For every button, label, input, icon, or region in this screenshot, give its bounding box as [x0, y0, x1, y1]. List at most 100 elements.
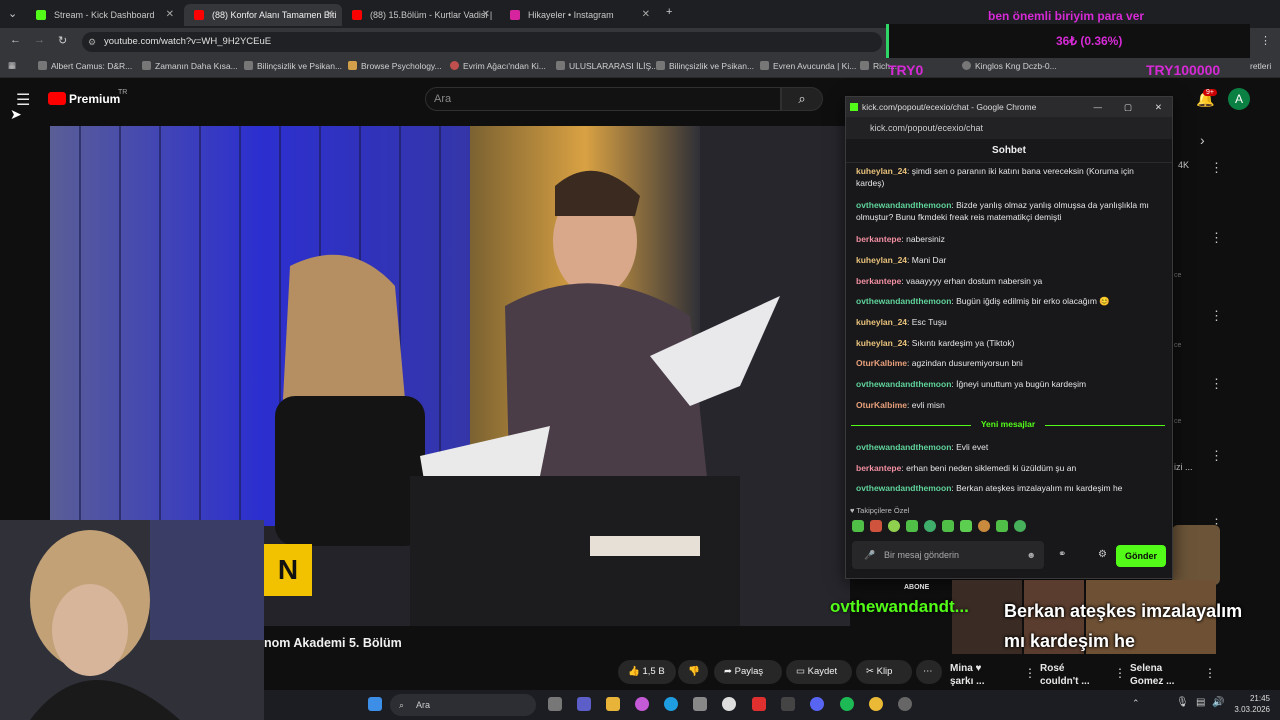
chat-username[interactable]: ovthewandandthemoon [856, 379, 951, 389]
clock[interactable]: 21:45 3.03.2026 [1226, 693, 1270, 715]
chatgpt-icon[interactable] [722, 697, 736, 711]
youtube-app-icon[interactable] [752, 697, 766, 711]
close-icon[interactable]: ✕ [326, 4, 334, 26]
chat-username[interactable]: ovthewandandthemoon [856, 483, 951, 493]
more-actions-button[interactable]: ⋯ [916, 660, 942, 684]
bookmark-item[interactable]: Bilinçsizlik ve Psikan... [244, 61, 342, 71]
edge-icon[interactable] [664, 697, 678, 711]
back-icon[interactable]: ← [10, 34, 21, 46]
more-dots-icon[interactable]: ⋮ [1210, 376, 1223, 392]
chat-username[interactable]: OturKalbime [856, 400, 907, 410]
more-dots-icon[interactable]: ⋮ [1204, 666, 1216, 680]
chevron-right-icon[interactable]: › [1200, 132, 1205, 148]
close-icon[interactable]: ✕ [642, 4, 650, 26]
chat-username[interactable]: OturKalbime [856, 358, 907, 368]
chat-username[interactable]: ovthewandandthemoon [856, 200, 951, 210]
more-dots-icon[interactable]: ⋮ [1210, 308, 1223, 324]
task-view-icon[interactable] [548, 697, 562, 711]
link-icon[interactable]: ⚭ [1058, 549, 1066, 560]
search-input[interactable]: Ara [425, 87, 781, 111]
settings-gear-icon[interactable]: ⚙ [1098, 549, 1107, 560]
discord-icon[interactable] [810, 697, 824, 711]
rec-chip[interactable]: Mina ♥ şarkı ... [950, 662, 1010, 688]
chat-username[interactable]: kuheylan_24 [856, 338, 907, 348]
save-button[interactable]: ▭ Kaydet [786, 660, 852, 684]
close-icon[interactable]: ✕ [1155, 97, 1162, 117]
taskbar-search[interactable]: ⌕ Ara [390, 694, 536, 716]
bookmark-item[interactable]: Kinglos Kng Dczb-0... [962, 61, 1057, 71]
bookmark-item[interactable]: Evren Avucunda | Ki... [760, 61, 856, 71]
bookmark-item[interactable]: ULUSLARARASI İLİŞ... [556, 61, 658, 71]
emote-icon[interactable] [924, 520, 936, 532]
close-icon[interactable]: ✕ [482, 4, 490, 26]
share-button[interactable]: ➦ Paylaş [714, 660, 782, 684]
bookmark-item[interactable]: Zamanın Daha Kısa... [142, 61, 238, 71]
emote-icon[interactable] [960, 520, 972, 532]
send-button[interactable]: Gönder [1116, 545, 1166, 567]
search-button[interactable]: ⌕ [781, 87, 823, 111]
chat-username[interactable]: berkantepe [856, 463, 901, 473]
chat-username[interactable]: berkantepe [856, 234, 901, 244]
more-dots-icon[interactable]: ⋮ [1114, 666, 1126, 680]
spotify-icon[interactable] [840, 697, 854, 711]
more-dots-icon[interactable]: ⋮ [1024, 666, 1036, 680]
chat-message-list[interactable]: kuheylan_24: şimdi sen o paranın iki kat… [846, 163, 1172, 503]
more-dots-icon[interactable]: ⋮ [1210, 448, 1223, 464]
windows-start-icon[interactable] [368, 697, 382, 711]
more-dots-icon[interactable]: ⋮ [1210, 230, 1223, 246]
chat-message-input[interactable]: 🎤 Bir mesaj gönderin ☻ [852, 541, 1044, 569]
youtube-premium-logo[interactable]: Premium [69, 92, 120, 106]
emote-icon[interactable] [888, 520, 900, 532]
bookmark-item-overflow[interactable]: retleri [1250, 61, 1271, 71]
like-button[interactable]: 👍 1,5 B [618, 660, 676, 684]
more-dots-icon[interactable]: ⋮ [1210, 160, 1223, 176]
clip-button[interactable]: ✂ Klip [856, 660, 912, 684]
dislike-button[interactable]: 👎 [678, 660, 708, 684]
menu-dots-icon[interactable]: ⋮ [1260, 34, 1271, 47]
chat-username[interactable]: kuheylan_24 [856, 166, 907, 176]
chat-username[interactable]: kuheylan_24 [856, 317, 907, 327]
apps-grid-icon[interactable]: ▦ [8, 60, 16, 71]
reload-icon[interactable]: ↻ [58, 34, 67, 47]
popup-url-bar[interactable]: kick.com/popout/ecexio/chat [846, 117, 1172, 139]
bookmark-item[interactable]: Evrim Ağacı'ndan Ki... [450, 61, 546, 71]
emote-icon[interactable] [1014, 520, 1026, 532]
rec-chip[interactable]: Rosé couldn't ... [1040, 662, 1100, 688]
emote-icon[interactable] [942, 520, 954, 532]
forward-icon[interactable]: → [34, 34, 45, 46]
copilot-icon[interactable] [635, 697, 649, 711]
chat-username[interactable]: ovthewandandthemoon [856, 442, 951, 452]
microphone-icon[interactable]: 🎤 [864, 541, 875, 569]
tray-chevron-icon[interactable]: ⌃ [1132, 698, 1140, 709]
youtube-logo-icon[interactable] [48, 92, 66, 105]
chat-username[interactable]: berkantepe [856, 276, 901, 286]
rec-thumbnail[interactable] [1172, 525, 1220, 585]
emote-icon[interactable] [978, 520, 990, 532]
emote-icon[interactable] [852, 520, 864, 532]
close-icon[interactable]: ✕ [166, 4, 174, 26]
site-info-icon[interactable]: ⚙ [88, 32, 96, 52]
store-icon[interactable] [693, 697, 707, 711]
address-bar[interactable]: ⚙ youtube.com/watch?v=WH_9H2YCEuE [82, 32, 882, 52]
chat-username[interactable]: kuheylan_24 [856, 255, 907, 265]
file-explorer-icon[interactable] [606, 697, 620, 711]
bookmark-item[interactable]: Albert Camus: D&R... [38, 61, 132, 71]
emote-icon[interactable] [870, 520, 882, 532]
rec-chip[interactable]: Selena Gomez ... [1130, 662, 1190, 688]
avatar[interactable]: A [1228, 88, 1250, 110]
microphone-icon[interactable]: 🎙 [1176, 697, 1189, 708]
volume-icon[interactable]: 🔊 [1212, 697, 1224, 708]
bookmark-item[interactable]: Bilinçsizlik ve Psikan... [656, 61, 754, 71]
emoji-icon[interactable]: ☻ [1027, 541, 1036, 569]
new-tab-icon[interactable]: + [666, 6, 672, 18]
tab-list-chevron-icon[interactable]: ⌄ [8, 7, 17, 20]
obs-icon[interactable] [898, 697, 912, 711]
bookmark-item[interactable]: Browse Psychology... [348, 61, 442, 71]
tab-youtube-konfor[interactable]: (88) Konfor Alanı Tamamen Biti ✕ [184, 4, 342, 26]
capcut-icon[interactable] [781, 697, 795, 711]
teams-icon[interactable] [577, 697, 591, 711]
tab-youtube-kurtlar[interactable]: (88) 15.Bölüm - Kurtlar Vadisi | ✕ [342, 4, 498, 26]
tab-instagram[interactable]: Hikayeler • Instagram ✕ [500, 4, 658, 26]
maximize-icon[interactable]: ▢ [1124, 97, 1132, 117]
chat-username[interactable]: ovthewandandthemoon [856, 296, 951, 306]
